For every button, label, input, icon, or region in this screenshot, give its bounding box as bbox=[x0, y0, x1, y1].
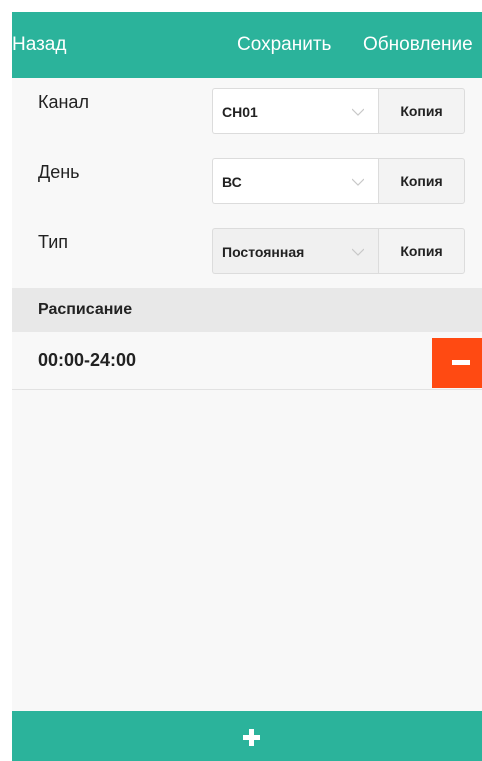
day-row: День ВС Копия bbox=[12, 148, 482, 208]
day-label: День bbox=[38, 162, 80, 182]
plus-icon bbox=[243, 729, 260, 746]
minus-icon bbox=[452, 360, 470, 365]
refresh-button[interactable]: Обновление bbox=[363, 12, 473, 78]
chevron-down-icon bbox=[352, 178, 364, 186]
back-button[interactable]: Назад bbox=[12, 12, 66, 78]
channel-select[interactable]: CH01 bbox=[212, 88, 378, 134]
channel-row: Канал CH01 Копия bbox=[12, 78, 482, 138]
channel-value: CH01 bbox=[222, 104, 258, 120]
day-value: ВС bbox=[222, 174, 242, 190]
app-window: Назад Сохранить Обновление Канал CH01 Ко… bbox=[12, 12, 482, 761]
chevron-down-icon bbox=[352, 248, 364, 256]
chevron-down-icon bbox=[352, 108, 364, 116]
type-copy-button[interactable]: Копия bbox=[378, 228, 465, 274]
schedule-title: Расписание bbox=[38, 301, 133, 318]
save-button[interactable]: Сохранить bbox=[237, 12, 331, 78]
channel-copy-button[interactable]: Копия bbox=[378, 88, 465, 134]
day-copy-button[interactable]: Копия bbox=[378, 158, 465, 204]
top-bar: Назад Сохранить Обновление bbox=[12, 12, 482, 78]
channel-label: Канал bbox=[38, 92, 89, 112]
schedule-header: Расписание bbox=[12, 288, 482, 332]
type-row: Тип Постоянная Копия bbox=[12, 218, 482, 278]
day-select[interactable]: ВС bbox=[212, 158, 378, 204]
add-schedule-button[interactable] bbox=[12, 711, 482, 761]
type-value: Постоянная bbox=[222, 244, 305, 260]
schedule-item[interactable]: 00:00-24:00 bbox=[12, 332, 482, 390]
delete-schedule-button[interactable] bbox=[432, 338, 482, 388]
type-select[interactable]: Постоянная bbox=[212, 228, 378, 274]
type-label: Тип bbox=[38, 232, 69, 252]
schedule-time: 00:00-24:00 bbox=[38, 350, 137, 370]
